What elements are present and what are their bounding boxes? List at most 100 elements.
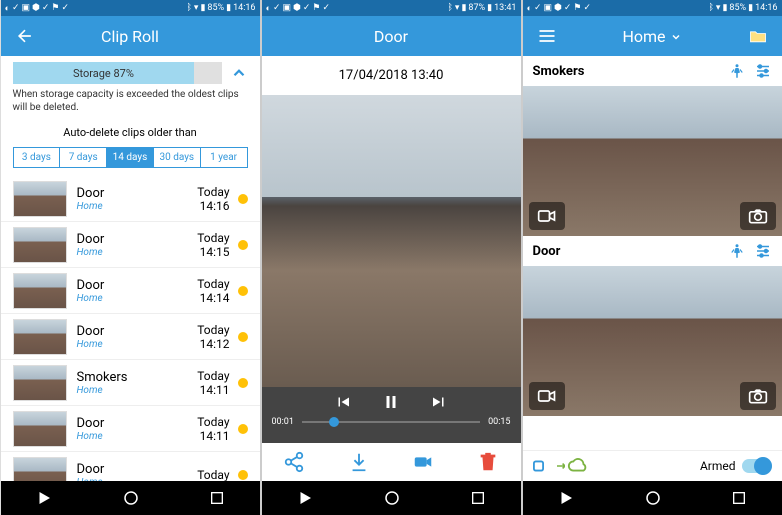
retention-option[interactable]: 30 days bbox=[154, 148, 201, 167]
status-icon: ✓ bbox=[42, 3, 50, 14]
screen-clip-roll: ◐ ✓ ▣ ⬢ ✓ ⚑ ✓ ᛒ ▾ ▮ 85% ▮ 14:16 Clip Rol… bbox=[1, 0, 260, 515]
clip-row[interactable]: Door Home Today14:15 bbox=[1, 222, 260, 268]
status-icon: ⬢ bbox=[293, 3, 301, 14]
nav-recent[interactable] bbox=[731, 490, 747, 506]
clip-time: Today14:11 bbox=[197, 369, 229, 397]
delete-button[interactable] bbox=[477, 451, 499, 473]
wifi-icon: ▾ bbox=[194, 3, 199, 13]
settings-icon[interactable] bbox=[754, 242, 772, 260]
clip-row[interactable]: Door Home Today14:11 bbox=[1, 406, 260, 452]
camera-button[interactable] bbox=[412, 451, 434, 473]
nav-home[interactable] bbox=[122, 489, 140, 507]
clip-row[interactable]: Door Home Today bbox=[1, 452, 260, 481]
clip-row[interactable]: Door Home Today14:12 bbox=[1, 314, 260, 360]
nav-recent[interactable] bbox=[209, 490, 225, 506]
snapshot-button[interactable] bbox=[740, 382, 776, 410]
clip-thumbnail bbox=[13, 181, 67, 217]
clip-time: Today14:15 bbox=[197, 231, 229, 259]
pause-button[interactable] bbox=[382, 393, 400, 411]
armed-toggle[interactable] bbox=[742, 459, 772, 473]
camera-live-view[interactable] bbox=[523, 86, 782, 236]
clip-name: Door bbox=[77, 186, 198, 201]
clip-name: Smokers bbox=[77, 370, 198, 385]
clip-thumbnail bbox=[13, 411, 67, 447]
app-bar: Door bbox=[262, 16, 521, 56]
clip-thumbnail bbox=[13, 365, 67, 401]
clip-time: Today14:12 bbox=[197, 323, 229, 351]
elapsed-time: 00:01 bbox=[272, 417, 294, 427]
clip-row[interactable]: Door Home Today14:14 bbox=[1, 268, 260, 314]
snapshot-button[interactable] bbox=[740, 202, 776, 230]
battery-pct: 85% bbox=[207, 3, 224, 13]
clip-row[interactable]: Smokers Home Today14:11 bbox=[1, 360, 260, 406]
clip-location: Home bbox=[77, 339, 198, 350]
storage-bar[interactable]: Storage 87% bbox=[13, 62, 222, 84]
retention-option[interactable]: 7 days bbox=[60, 148, 107, 167]
video-player[interactable] bbox=[262, 95, 521, 387]
battery-icon: ▮ bbox=[748, 3, 753, 13]
motion-icon[interactable] bbox=[728, 62, 746, 80]
prev-button[interactable] bbox=[334, 393, 352, 411]
camera-section: Smokers bbox=[523, 56, 782, 236]
signal-icon: ▮ bbox=[200, 3, 205, 13]
clip-location: Home bbox=[77, 247, 198, 258]
screen-door-playback: ◐ ✓ ▣ ⬢ ✓ ⚑ ✓ ᛒ ▾ ▮ 87% ▮ 13:41 Door 17/… bbox=[262, 0, 521, 515]
bluetooth-icon: ᛒ bbox=[709, 3, 714, 13]
clock: 14:16 bbox=[233, 3, 255, 13]
retention-option[interactable]: 3 days bbox=[14, 148, 61, 167]
location-dropdown[interactable]: Home bbox=[559, 27, 746, 46]
camera-name: Smokers bbox=[533, 64, 720, 79]
nav-home[interactable] bbox=[644, 489, 662, 507]
nav-back[interactable] bbox=[35, 489, 53, 507]
menu-icon[interactable] bbox=[535, 24, 559, 48]
settings-icon[interactable] bbox=[754, 62, 772, 80]
next-button[interactable] bbox=[430, 393, 448, 411]
page-title: Door bbox=[298, 27, 485, 46]
camera-live-view[interactable] bbox=[523, 266, 782, 416]
folder-icon[interactable] bbox=[746, 24, 770, 48]
status-icon: ✓ bbox=[564, 3, 572, 14]
nav-bar bbox=[1, 481, 260, 515]
wifi-icon: ▾ bbox=[455, 3, 460, 13]
battery-icon: ▮ bbox=[226, 3, 231, 13]
share-button[interactable] bbox=[283, 451, 305, 473]
chevron-up-icon[interactable] bbox=[230, 64, 248, 82]
motion-icon[interactable] bbox=[728, 242, 746, 260]
status-icon: ⬢ bbox=[554, 3, 562, 14]
camera-name: Door bbox=[533, 244, 720, 259]
clip-location: Home bbox=[77, 385, 198, 396]
retention-option[interactable]: 1 year bbox=[201, 148, 247, 167]
clip-list[interactable]: Door Home Today14:16 Door Home Today14:1… bbox=[1, 176, 260, 481]
bluetooth-icon: ᛒ bbox=[448, 3, 453, 13]
action-bar bbox=[262, 443, 521, 481]
nav-back[interactable] bbox=[296, 489, 314, 507]
nav-home[interactable] bbox=[383, 489, 401, 507]
clip-time: Today bbox=[197, 468, 229, 482]
wifi-icon: ▾ bbox=[716, 3, 721, 13]
auto-delete-label: Auto-delete clips older than bbox=[1, 122, 260, 143]
clip-time: Today14:16 bbox=[197, 185, 229, 213]
status-icon: ⚑ bbox=[51, 3, 59, 14]
clip-name: Door bbox=[77, 324, 198, 339]
status-icon: ▣ bbox=[282, 3, 291, 14]
status-bar: ◐ ✓ ▣ ⬢ ✓ ⚑ ✓ ᛒ ▾ ▮ 87% ▮ 13:41 bbox=[262, 0, 521, 16]
total-time: 00:15 bbox=[488, 417, 510, 427]
record-button[interactable] bbox=[529, 202, 565, 230]
progress-slider[interactable] bbox=[302, 421, 480, 423]
status-icon: ◐ bbox=[527, 3, 532, 14]
retention-option[interactable]: 14 days bbox=[107, 148, 154, 167]
signal-icon: ▮ bbox=[461, 3, 466, 13]
cloud-sync-icon[interactable] bbox=[533, 457, 589, 475]
unread-dot bbox=[238, 240, 248, 250]
clip-thumbnail bbox=[13, 457, 67, 482]
status-icon: ▣ bbox=[21, 3, 30, 14]
download-button[interactable] bbox=[348, 451, 370, 473]
status-icon: ✓ bbox=[583, 3, 591, 14]
clip-row[interactable]: Door Home Today14:16 bbox=[1, 176, 260, 222]
nav-recent[interactable] bbox=[470, 490, 486, 506]
clock: 14:16 bbox=[755, 3, 777, 13]
record-button[interactable] bbox=[529, 382, 565, 410]
bottom-bar: Armed bbox=[523, 450, 782, 481]
back-icon[interactable] bbox=[13, 24, 37, 48]
nav-back[interactable] bbox=[557, 489, 575, 507]
